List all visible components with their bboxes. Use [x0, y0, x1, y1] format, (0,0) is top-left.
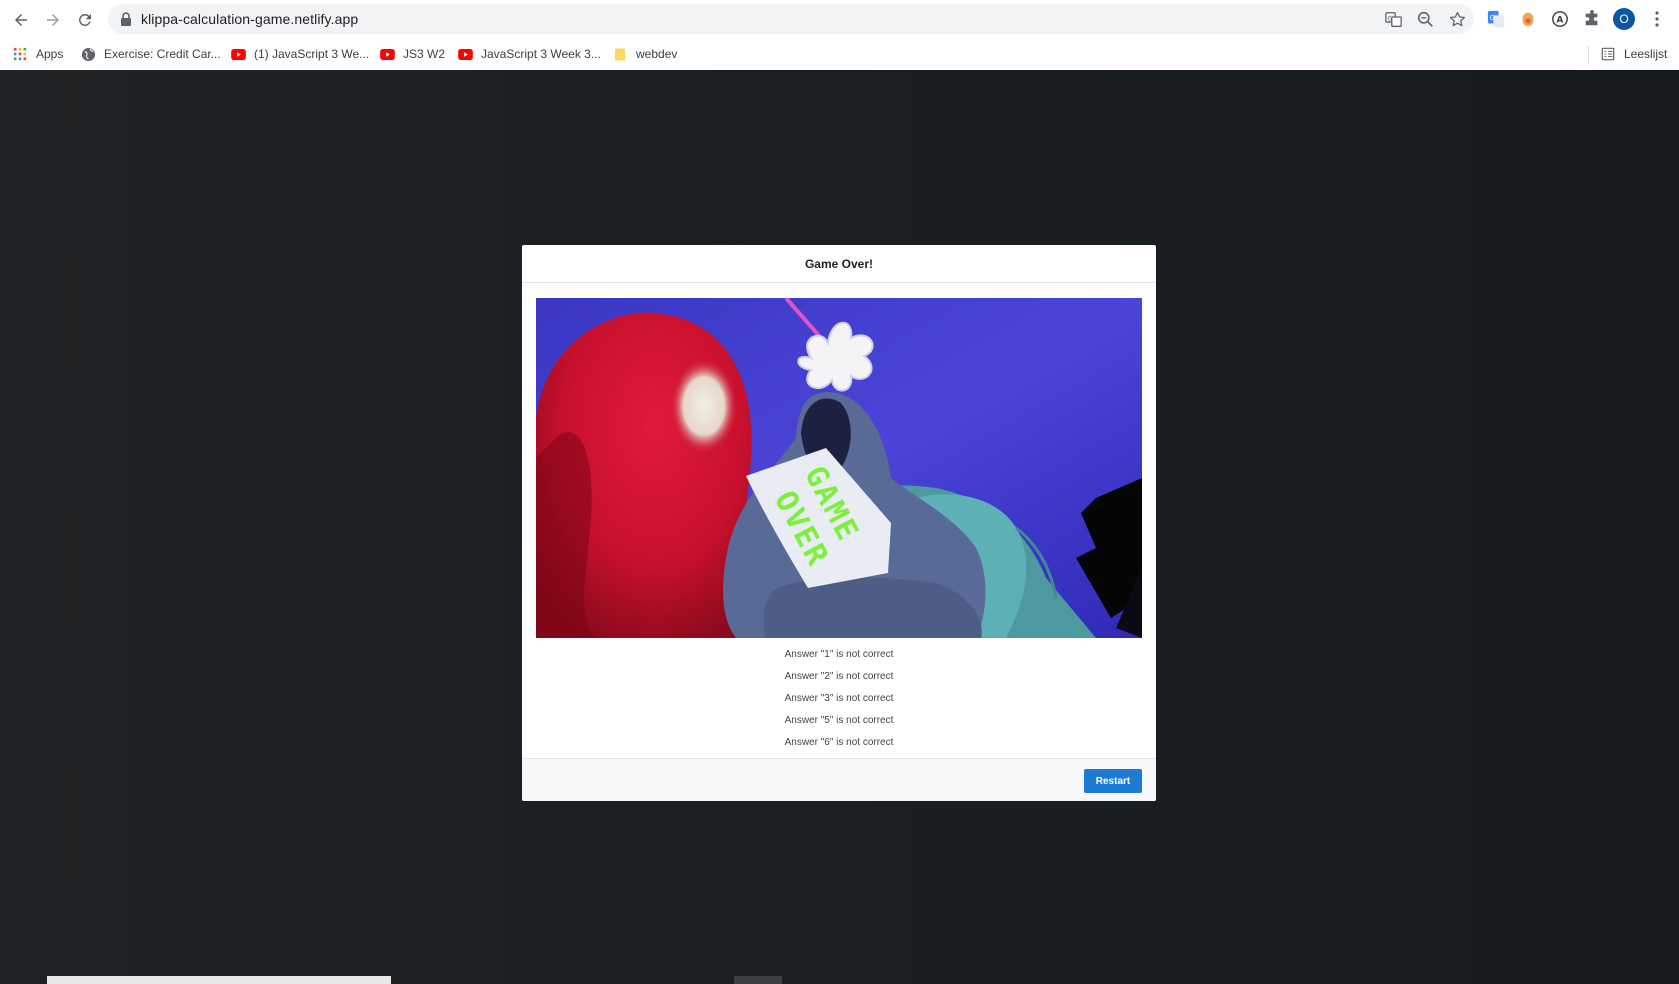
modal-header: Game Over! [522, 245, 1156, 283]
globe-icon [80, 46, 96, 62]
star-icon[interactable] [1448, 10, 1466, 28]
bookmark-javascript-3-week-3[interactable]: JavaScript 3 Week 3... [457, 44, 601, 64]
game-over-image: GAME OVER [536, 298, 1142, 638]
bookmark-label: webdev [636, 47, 678, 61]
modal-footer: Restart [522, 758, 1156, 801]
reading-list-icon [1600, 46, 1616, 62]
arrow-left-icon [15, 14, 27, 26]
bookmark-javascript-3-week[interactable]: (1) JavaScript 3 We... [230, 44, 369, 64]
youtube-icon [379, 46, 395, 62]
google-translate-extension-icon[interactable]: G [1485, 8, 1507, 30]
answers-list: Answer "1" is not correct Answer "2" is … [522, 649, 1156, 752]
answer-feedback: Answer "2" is not correct [784, 671, 894, 682]
reload-button[interactable] [72, 7, 98, 33]
reading-list-button[interactable]: Leeslijst [1600, 44, 1667, 64]
bookmark-label: JavaScript 3 Week 3... [481, 47, 601, 61]
answer-feedback: Answer "3" is not correct [784, 693, 894, 704]
bookmark-webdev[interactable]: webdev [612, 44, 677, 64]
arrow-right-icon [47, 14, 59, 26]
youtube-icon [230, 46, 246, 62]
bookmark-label: (1) JavaScript 3 We... [254, 47, 370, 61]
bookmark-label: Exercise: Credit Car... [104, 47, 221, 61]
bookmarks-divider [1588, 46, 1589, 64]
zoom-icon[interactable] [1416, 10, 1434, 28]
answer-feedback: Answer "6" is not correct [784, 737, 894, 748]
modal-body[interactable]: GAME OVER Answer "1" is not correct Answ… [522, 283, 1156, 752]
browser-toolbar: klippa-calculation-game.netlify.app G G … [0, 0, 1679, 38]
restart-button[interactable]: Restart [1084, 769, 1142, 793]
bookmarks-bar: Apps Exercise: Credit Car... (1) JavaScr… [0, 38, 1679, 70]
reload-icon [78, 13, 91, 26]
bookmark-label: Apps [36, 47, 64, 61]
reading-list-label: Leeslijst [1624, 47, 1668, 61]
svg-text:A: A [1556, 16, 1563, 26]
kebab-menu-icon[interactable] [1648, 8, 1666, 30]
youtube-icon [457, 46, 473, 62]
extension-a-icon[interactable]: A [1549, 8, 1571, 30]
folder-icon [612, 46, 628, 62]
answer-feedback: Answer "1" is not correct [784, 649, 894, 660]
game-over-modal: Game Over! GAME OVER Answer "1" is not c… [522, 245, 1156, 801]
modal-title: Game Over! [804, 256, 874, 271]
lock-icon [121, 12, 131, 26]
bottom-tab-indicator [734, 976, 782, 984]
forward-button[interactable] [40, 7, 66, 33]
translate-icon[interactable]: G [1384, 10, 1402, 28]
profile-avatar[interactable]: O [1613, 8, 1635, 30]
puzzle-extensions-icon[interactable] [1581, 8, 1603, 30]
bookmark-js3-w2[interactable]: JS3 W2 [379, 44, 445, 64]
bookmark-apps[interactable]: Apps [12, 44, 63, 64]
answer-feedback: Answer "5" is not correct [784, 715, 894, 726]
url-text: klippa-calculation-game.netlify.app [141, 11, 359, 27]
back-button[interactable] [8, 7, 34, 33]
bottom-scroll-indicator [47, 976, 391, 984]
address-bar[interactable]: klippa-calculation-game.netlify.app G [108, 4, 1474, 34]
bookmark-exercise[interactable]: Exercise: Credit Car... [80, 44, 221, 64]
bookmark-label: JS3 W2 [403, 47, 446, 61]
svg-text:G: G [1387, 15, 1392, 22]
apps-grid-icon [12, 46, 28, 62]
svg-text:G: G [1490, 13, 1496, 22]
extension-flame-icon[interactable] [1517, 8, 1539, 30]
